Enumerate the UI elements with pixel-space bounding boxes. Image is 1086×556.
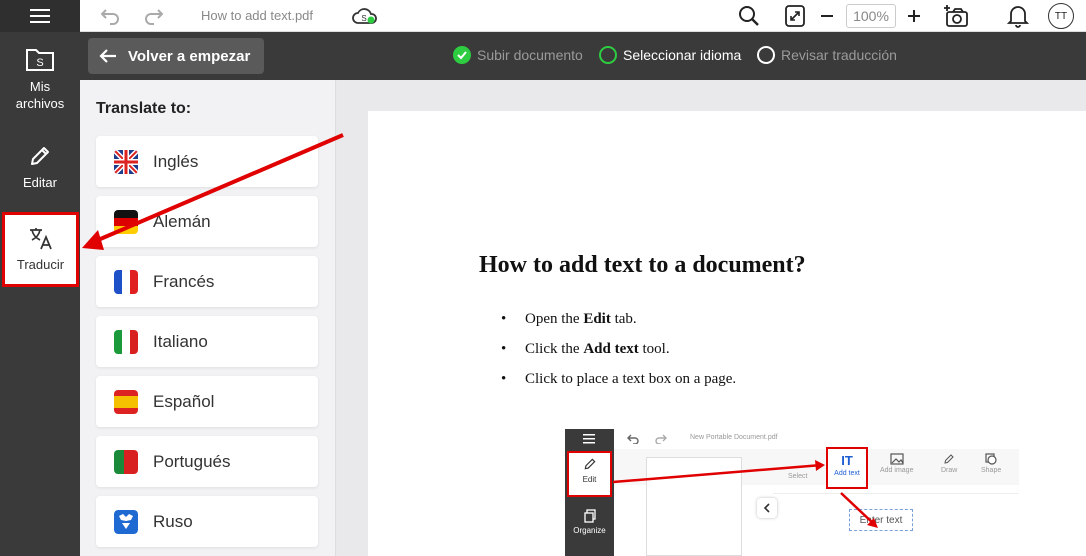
cloud-sync-icon: S xyxy=(352,8,377,24)
document-steps-list: Open the Edit tab. Click the Add text to… xyxy=(501,311,736,401)
language-option-italiano[interactable]: Italiano xyxy=(96,316,318,367)
language-label: Francés xyxy=(153,271,215,291)
camera-add-icon xyxy=(944,5,968,27)
language-label: Portugués xyxy=(153,451,231,471)
embedded-screenshot: New Portable Document.pdf Edit Organize … xyxy=(565,429,1019,556)
pending-step-circle-icon xyxy=(757,46,775,64)
search-button[interactable] xyxy=(738,5,760,27)
italy-flag-icon xyxy=(114,329,138,354)
zoom-in-button[interactable] xyxy=(906,8,922,24)
left-sidebar: S Mis archivos Editar Traducir xyxy=(0,0,80,556)
document-page[interactable]: How to add text to a document? Open the … xyxy=(368,111,1086,556)
zoom-level-field[interactable]: 100% xyxy=(846,4,896,28)
step-label: Revisar traducción xyxy=(781,47,897,63)
france-flag-icon xyxy=(114,269,138,294)
language-option-frances[interactable]: Francés xyxy=(96,256,318,307)
folder-icon: S xyxy=(26,49,54,71)
step-review: Revisar traducción xyxy=(757,46,897,64)
language-option-espanol[interactable]: Español xyxy=(96,376,318,427)
russia-flag-icon xyxy=(114,509,138,534)
arrow-left-icon xyxy=(99,49,116,63)
language-label: Ruso xyxy=(153,511,193,531)
plus-icon xyxy=(908,10,920,22)
language-label: Alemán xyxy=(153,211,211,231)
redo-button[interactable] xyxy=(143,6,165,26)
panel-title: Translate to: xyxy=(96,100,192,117)
sidebar-item-label: Traducir xyxy=(16,257,65,272)
language-option-ingles[interactable]: Inglés xyxy=(96,136,318,187)
sidebar-item-mis-archivos[interactable]: S Mis archivos xyxy=(0,46,80,112)
bell-icon xyxy=(1007,6,1029,28)
hamburger-icon xyxy=(30,9,50,23)
menu-button[interactable] xyxy=(0,0,80,32)
language-option-portugues[interactable]: Portugués xyxy=(96,436,318,487)
svg-text:S: S xyxy=(36,57,43,69)
fit-page-button[interactable] xyxy=(784,4,806,28)
sidebar-item-label: Mis archivos xyxy=(15,79,65,111)
list-item: Click the Add text tool. xyxy=(501,341,736,371)
list-item: Open the Edit tab. xyxy=(501,311,736,341)
current-step-circle-icon xyxy=(599,46,617,64)
step-label: Seleccionar idioma xyxy=(623,47,742,63)
notifications-button[interactable] xyxy=(1007,4,1029,28)
language-panel: Translate to: Inglés Alemán Francés Ital… xyxy=(80,80,336,556)
sidebar-item-label: Editar xyxy=(23,175,57,190)
uk-flag-icon xyxy=(114,149,138,174)
cloud-sync-button[interactable]: S xyxy=(352,5,378,27)
check-icon xyxy=(453,46,471,64)
document-filename: How to add text.pdf xyxy=(201,8,314,23)
spain-flag-icon xyxy=(114,389,138,414)
start-over-label: Volver a empezar xyxy=(128,47,251,65)
pencil-icon xyxy=(31,147,49,165)
sidebar-item-editar[interactable]: Editar xyxy=(0,144,80,191)
language-option-ruso[interactable]: Ruso xyxy=(96,496,318,547)
portugal-flag-icon xyxy=(114,449,138,474)
germany-flag-icon xyxy=(114,209,138,234)
minus-icon xyxy=(821,15,833,17)
step-select-language: Seleccionar idioma xyxy=(599,46,741,64)
step-label: Subir documento xyxy=(477,47,583,63)
undo-button[interactable] xyxy=(99,6,121,26)
svg-text:S: S xyxy=(361,14,366,23)
language-option-aleman[interactable]: Alemán xyxy=(96,196,318,247)
top-toolbar: How to add text.pdf S 100% TT xyxy=(80,0,1086,32)
add-image-button[interactable] xyxy=(944,4,970,28)
zoom-out-button[interactable] xyxy=(819,8,835,24)
language-label: Español xyxy=(153,391,215,411)
sidebar-item-traducir[interactable]: Traducir xyxy=(2,212,79,287)
search-icon xyxy=(739,6,759,26)
user-avatar[interactable]: TT xyxy=(1048,3,1074,29)
step-bar: Volver a empezar Subir documento Selecci… xyxy=(80,32,1086,80)
document-heading: How to add text to a document? xyxy=(479,252,806,278)
document-viewer[interactable]: How to add text to a document? Open the … xyxy=(337,80,1086,556)
language-label: Inglés xyxy=(153,151,199,171)
step-upload: Subir documento xyxy=(453,46,583,64)
fit-page-icon xyxy=(785,5,805,27)
language-label: Italiano xyxy=(153,331,208,351)
translate-icon xyxy=(29,228,52,250)
list-item: Click to place a text box on a page. xyxy=(501,371,736,401)
start-over-button[interactable]: Volver a empezar xyxy=(88,38,264,74)
undo-icon xyxy=(100,9,119,25)
redo-icon xyxy=(145,9,164,25)
zoom-level-value: 100% xyxy=(853,8,889,24)
embed-annotation-arrows xyxy=(612,460,878,528)
